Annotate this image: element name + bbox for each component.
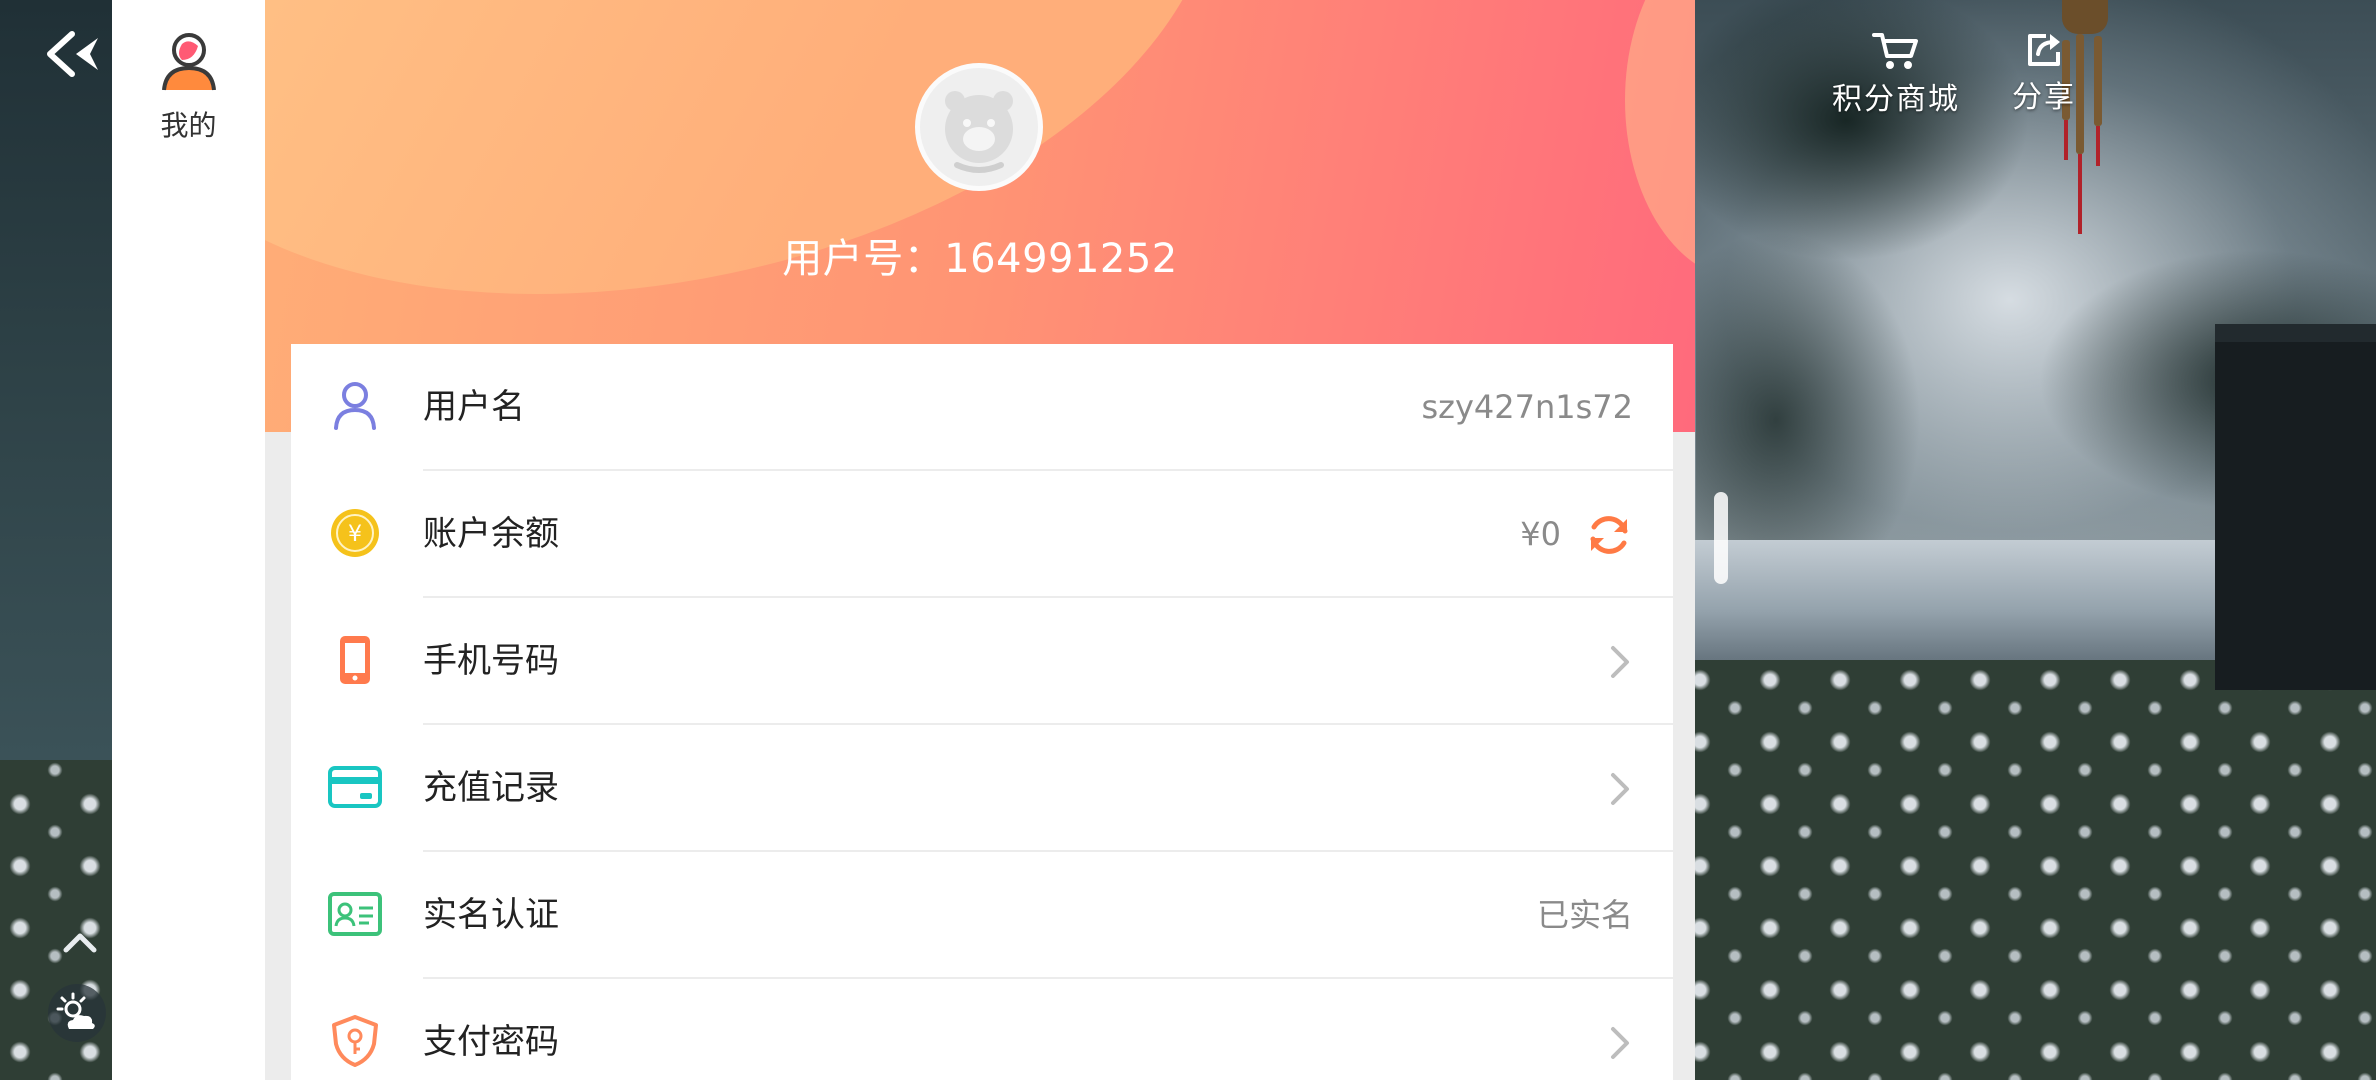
avatar[interactable] <box>915 63 1043 191</box>
expand-up-button[interactable] <box>60 926 100 956</box>
coin-icon: ¥ <box>327 505 383 561</box>
chevron-right-icon <box>1611 1027 1629 1059</box>
id-card-icon <box>327 886 383 942</box>
row-phone[interactable]: 手机号码 <box>291 598 1673 725</box>
chevron-up-icon <box>63 933 97 953</box>
chevron-right-icon <box>1611 773 1629 805</box>
svg-text:¥: ¥ <box>348 522 362 547</box>
back-arrow-icon <box>47 31 98 77</box>
sun-cloud-icon <box>56 992 95 1029</box>
row-label: 实名认证 <box>423 895 559 935</box>
refresh-icon <box>1590 516 1628 554</box>
row-recharge-history[interactable]: 充值记录 <box>291 725 1673 852</box>
share-button[interactable]: 分享 <box>2012 30 2076 116</box>
phone-icon <box>327 632 383 688</box>
points-mall-label: 积分商城 <box>1832 82 1960 117</box>
share-label: 分享 <box>2012 80 2076 115</box>
row-balance[interactable]: ¥ 账户余额 ¥0 <box>291 471 1673 598</box>
back-button[interactable] <box>40 26 114 82</box>
row-real-name[interactable]: 实名认证 已实名 <box>291 852 1673 979</box>
row-label: 用户名 <box>423 387 525 427</box>
user-icon <box>327 378 383 434</box>
account-list: 用户名 szy427n1s72 ¥ 账户余额 ¥0 手机号码 充值记录 实名认证… <box>291 344 1673 1080</box>
tab-my-label: 我的 <box>160 109 217 142</box>
row-label: 手机号码 <box>423 641 559 681</box>
row-username[interactable]: 用户名 szy427n1s72 <box>291 344 1673 471</box>
account-panel: 用户号：164991252 用户名 szy427n1s72 ¥ 账户余额 ¥0 … <box>265 0 1695 1080</box>
side-rail: 我的 <box>112 0 265 1080</box>
scrollbar-thumb[interactable] <box>1714 492 1728 584</box>
card-icon <box>327 759 383 815</box>
profile-icon <box>161 33 216 91</box>
row-payment-password[interactable]: 支付密码 <box>291 979 1673 1080</box>
row-label: 支付密码 <box>423 1022 559 1062</box>
refresh-button[interactable] <box>1585 511 1633 559</box>
cart-icon <box>1872 33 1918 69</box>
points-mall-button[interactable]: 积分商城 <box>1832 30 1960 118</box>
bridge <box>2215 324 2376 690</box>
tab-my[interactable]: 我的 <box>112 30 265 160</box>
row-label: 充值记录 <box>423 768 559 808</box>
user-id: 用户号：164991252 <box>782 236 1178 282</box>
row-label: 账户余额 <box>423 514 559 554</box>
bear-avatar-icon <box>945 91 1013 173</box>
shield-key-icon <box>327 1013 383 1069</box>
weather-button[interactable] <box>48 984 106 1042</box>
verified-status: 已实名 <box>1536 896 1633 934</box>
balance-value: ¥0 <box>1520 515 1561 553</box>
share-icon <box>2028 34 2060 66</box>
trees-left <box>0 0 112 760</box>
username-value: szy427n1s72 <box>1421 388 1633 426</box>
chevron-right-icon <box>1611 646 1629 678</box>
